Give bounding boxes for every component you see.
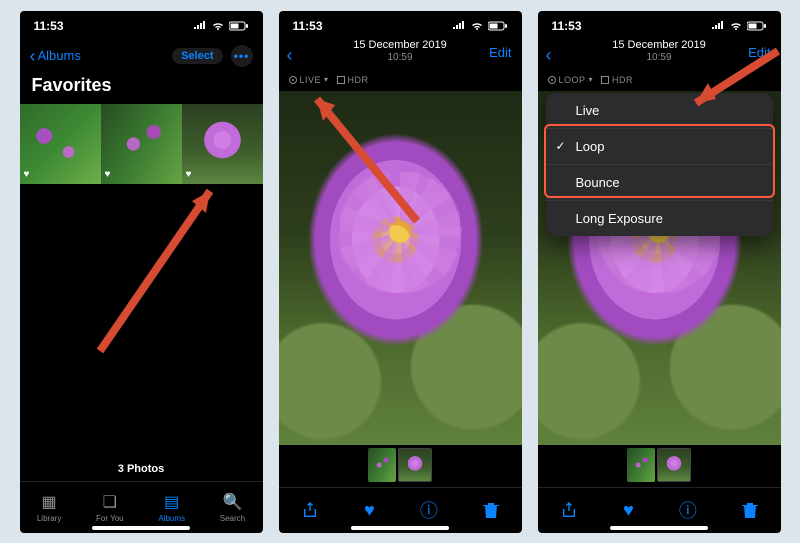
badge-row: LIVE ▾ HDR	[279, 71, 522, 91]
info-button[interactable]: ⓘ	[679, 497, 697, 523]
menu-option-loop[interactable]: Loop	[546, 129, 773, 165]
menu-option-bounce[interactable]: Bounce	[546, 165, 773, 201]
share-button[interactable]	[560, 501, 578, 519]
library-icon: ▦	[42, 492, 57, 512]
delete-button[interactable]	[742, 501, 758, 519]
back-to-albums[interactable]: Albums	[30, 47, 81, 65]
favorite-icon: ♥	[105, 169, 111, 180]
more-button[interactable]: •••	[231, 45, 253, 67]
status-indicators	[711, 21, 767, 31]
status-bar: 11:53	[279, 11, 522, 41]
status-time: 11:53	[552, 19, 582, 33]
photo-thumbnail[interactable]: ♥	[182, 104, 263, 184]
filmstrip-thumb[interactable]	[368, 448, 396, 482]
back-button[interactable]: ‹	[287, 45, 293, 66]
signal-icon	[711, 21, 725, 31]
filmstrip[interactable]	[279, 445, 522, 487]
battery-icon	[747, 21, 767, 31]
share-icon	[301, 501, 319, 519]
battery-icon	[488, 21, 508, 31]
filmstrip[interactable]	[538, 445, 781, 487]
live-effect-menu: Live Loop Bounce Long Exposure	[546, 93, 773, 236]
hdr-badge: HDR	[601, 75, 633, 85]
home-indicator[interactable]	[610, 526, 708, 530]
battery-icon	[229, 21, 249, 31]
share-icon	[560, 501, 578, 519]
back-label: Albums	[38, 48, 81, 63]
screenshot-photo-detail: 11:53 ‹ 15 December 2019 10:59 Edit LIVE…	[279, 11, 522, 533]
filmstrip-thumb[interactable]	[627, 448, 655, 482]
live-photo-badge[interactable]: LOOP ▾	[548, 75, 594, 85]
live-icon	[548, 76, 556, 84]
signal-icon	[452, 21, 466, 31]
live-photo-badge[interactable]: LIVE ▾	[289, 75, 329, 85]
delete-button[interactable]	[483, 501, 499, 519]
favorite-button[interactable]: ♥	[364, 500, 375, 521]
signal-icon	[193, 21, 207, 31]
menu-option-live[interactable]: Live	[546, 93, 773, 129]
select-button[interactable]: Select	[172, 48, 222, 64]
screenshot-live-menu: 11:53 ‹ 15 December 2019 10:59 Edit LOOP…	[538, 11, 781, 533]
tab-albums[interactable]: ▤ Albums	[158, 492, 185, 523]
status-indicators	[193, 21, 249, 31]
chevron-down-icon: ▾	[589, 75, 594, 84]
photo-viewer[interactable]	[279, 91, 522, 445]
live-icon	[289, 76, 297, 84]
tab-library[interactable]: ▦ Library	[37, 492, 61, 523]
photo-count: 3 Photos	[20, 457, 263, 481]
badge-row: LOOP ▾ HDR	[538, 71, 781, 91]
photo-time: 10:59	[279, 52, 522, 63]
tab-foryou[interactable]: ❏ For You	[96, 492, 124, 523]
status-time: 11:53	[293, 19, 323, 33]
page-title: Favorites	[20, 71, 263, 104]
search-icon: 🔍	[222, 492, 242, 512]
photo-thumbnail[interactable]: ♥	[20, 104, 101, 184]
wifi-icon	[211, 21, 225, 31]
hdr-icon	[337, 76, 345, 84]
favorite-icon: ♥	[186, 169, 192, 180]
status-indicators	[452, 21, 508, 31]
tab-search[interactable]: 🔍 Search	[220, 492, 245, 523]
home-indicator[interactable]	[92, 526, 190, 530]
trash-icon	[483, 501, 499, 519]
nav-actions: Select •••	[172, 45, 252, 67]
hdr-badge: HDR	[337, 75, 369, 85]
photo-time: 10:59	[538, 52, 781, 63]
nav-bar: Albums Select •••	[20, 41, 263, 71]
ellipsis-icon: •••	[234, 49, 250, 63]
share-button[interactable]	[301, 501, 319, 519]
edit-button[interactable]: Edit	[489, 45, 511, 60]
filmstrip-thumb-selected[interactable]	[398, 448, 432, 482]
filmstrip-thumb-selected[interactable]	[657, 448, 691, 482]
status-time: 11:53	[34, 19, 64, 33]
home-indicator[interactable]	[351, 526, 449, 530]
edit-button[interactable]: Edit	[748, 45, 770, 60]
favorite-button[interactable]: ♥	[623, 500, 634, 521]
hdr-icon	[601, 76, 609, 84]
photo-thumbnail[interactable]: ♥	[101, 104, 182, 184]
foryou-icon: ❏	[103, 492, 117, 512]
status-bar: 11:53	[20, 11, 263, 41]
favorite-icon: ♥	[24, 169, 30, 180]
thumbnail-row: ♥ ♥ ♥	[20, 104, 263, 184]
albums-icon: ▤	[164, 492, 179, 512]
status-bar: 11:53	[538, 11, 781, 41]
menu-option-long-exposure[interactable]: Long Exposure	[546, 201, 773, 236]
chevron-left-icon	[30, 47, 36, 65]
wifi-icon	[470, 21, 484, 31]
screenshot-favorites: 11:53 Albums Select ••• Favorites ♥ ♥ ♥	[20, 11, 263, 533]
back-button[interactable]: ‹	[546, 45, 552, 66]
wifi-icon	[729, 21, 743, 31]
info-button[interactable]: ⓘ	[420, 497, 438, 523]
trash-icon	[742, 501, 758, 519]
chevron-down-icon: ▾	[324, 75, 329, 84]
